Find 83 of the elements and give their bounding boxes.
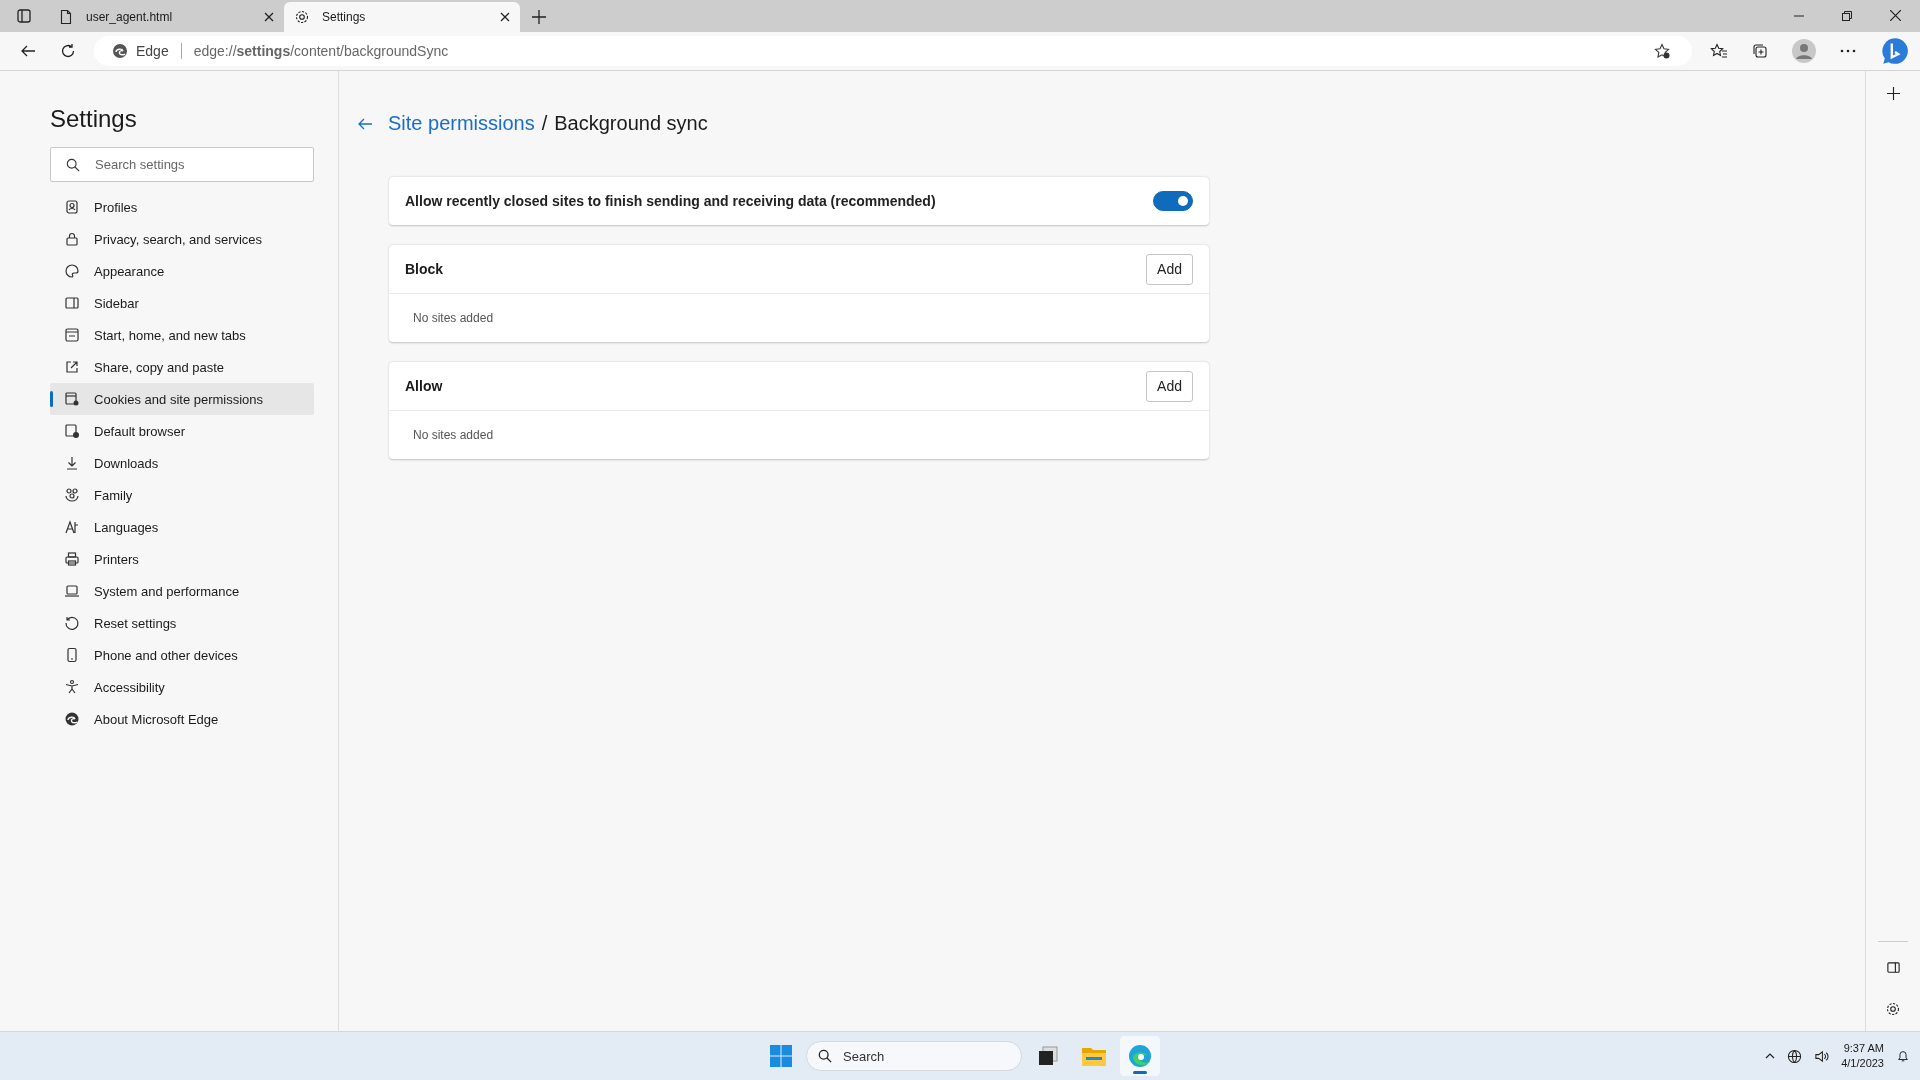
settings-title: Settings: [50, 105, 138, 133]
sidebar-item[interactable]: Default browser: [50, 415, 314, 447]
new-tab-icon[interactable]: [532, 10, 546, 24]
sidebar-icon: [64, 295, 80, 311]
sidebar-item[interactable]: Phone and other devices: [50, 639, 314, 671]
reset-icon: [64, 615, 80, 631]
back-icon[interactable]: [20, 43, 36, 59]
profile-avatar-icon[interactable]: [1792, 39, 1816, 63]
tab-actions-icon[interactable]: [16, 8, 32, 24]
sidebar-item[interactable]: Downloads: [50, 447, 314, 479]
edge-logo-icon: [64, 711, 80, 727]
setting-label: Allow recently closed sites to finish sending and receiving data (recommended): [405, 193, 936, 209]
taskbar-search-field[interactable]: Search: [806, 1041, 1022, 1071]
edge-browser-icon: [1128, 1044, 1152, 1068]
document-icon: [58, 9, 74, 25]
chat-bubble-icon[interactable]: [1880, 36, 1910, 66]
sidebar-icon[interactable]: [1885, 960, 1901, 975]
add-icon[interactable]: [1886, 87, 1900, 100]
close-icon[interactable]: [500, 12, 510, 22]
list-title: Block: [405, 261, 444, 277]
empty-message: No sites added: [413, 428, 494, 442]
sidebar-item[interactable]: Accessibility: [50, 671, 314, 703]
browser-tab[interactable]: Settings: [284, 2, 520, 32]
sidebar-item[interactable]: Start, home, and new tabs: [50, 319, 314, 351]
clock-time[interactable]: 9:37 AM: [1843, 1041, 1884, 1056]
refresh-icon[interactable]: [60, 43, 76, 59]
search-field[interactable]: Search settings: [50, 147, 314, 182]
address-bar[interactable]: Edge edge://settings/content/backgroundSync: [94, 36, 1692, 66]
phone-icon: [64, 647, 80, 663]
share-icon: [64, 359, 80, 375]
language-icon: [64, 519, 80, 535]
sidebar-item[interactable]: About Microsoft Edge: [50, 703, 314, 735]
add-button[interactable]: Add: [1146, 370, 1193, 402]
family-icon: [64, 487, 80, 503]
sidebar-item[interactable]: System and performance: [50, 575, 314, 607]
clock-date[interactable]: 4/1/2023: [1841, 1056, 1884, 1071]
laptop-icon: [64, 583, 80, 599]
list-title: Allow: [405, 378, 443, 394]
sidebar-item[interactable]: Cookies and site permissions: [50, 383, 314, 415]
printer-icon: [64, 551, 80, 567]
breadcrumb-separator: /: [541, 112, 548, 135]
edge-logo-icon: [112, 43, 128, 59]
breadcrumb-link[interactable]: Site permissions: [388, 112, 535, 135]
sidebar-item[interactable]: Share, copy and paste: [50, 351, 314, 383]
close-window-icon[interactable]: [1890, 10, 1901, 21]
more-icon[interactable]: [1840, 49, 1856, 53]
browser-check-icon: [64, 423, 80, 439]
accessibility-icon: [64, 679, 80, 695]
cookie-settings-icon: [64, 391, 80, 407]
restore-icon[interactable]: [1842, 11, 1852, 21]
add-favorite-icon[interactable]: [1654, 43, 1670, 59]
collections-icon[interactable]: [1752, 43, 1768, 59]
sidebar-item[interactable]: Family: [50, 479, 314, 511]
empty-message: No sites added: [413, 311, 494, 325]
sidebar-item[interactable]: Sidebar: [50, 287, 314, 319]
search-icon: [66, 158, 80, 172]
download-icon: [64, 455, 80, 471]
sidebar-item[interactable]: Profiles: [50, 191, 314, 223]
favorites-icon[interactable]: [1710, 43, 1728, 59]
settings-icon[interactable]: [1885, 1001, 1901, 1017]
browser-tab[interactable]: user_agent.html: [48, 2, 284, 32]
sidebar-item[interactable]: Appearance: [50, 255, 314, 287]
globe-icon[interactable]: [1787, 1048, 1803, 1064]
sidebar-item[interactable]: Reset settings: [50, 607, 314, 639]
notification-icon[interactable]: [1896, 1049, 1910, 1063]
start-icon[interactable]: [770, 1045, 792, 1067]
sidebar-item[interactable]: Printers: [50, 543, 314, 575]
profile-icon: [64, 199, 80, 215]
toggle-switch[interactable]: [1153, 191, 1193, 211]
task-view-icon: [1037, 1045, 1059, 1067]
search-icon: [818, 1049, 832, 1063]
speaker-icon[interactable]: [1814, 1048, 1830, 1064]
browser-window-icon: [64, 327, 80, 343]
sidebar-item[interactable]: Privacy, search, and services: [50, 223, 314, 255]
page-title: Background sync: [554, 112, 708, 135]
close-icon[interactable]: [264, 12, 274, 22]
sidebar-item[interactable]: Languages: [50, 511, 314, 543]
add-button[interactable]: Add: [1146, 253, 1193, 285]
palette-icon: [64, 263, 80, 279]
settings-icon: [294, 9, 310, 25]
chevron-up-icon[interactable]: [1765, 1053, 1776, 1059]
folder-icon: [1082, 1046, 1106, 1066]
lock-icon: [64, 231, 80, 247]
